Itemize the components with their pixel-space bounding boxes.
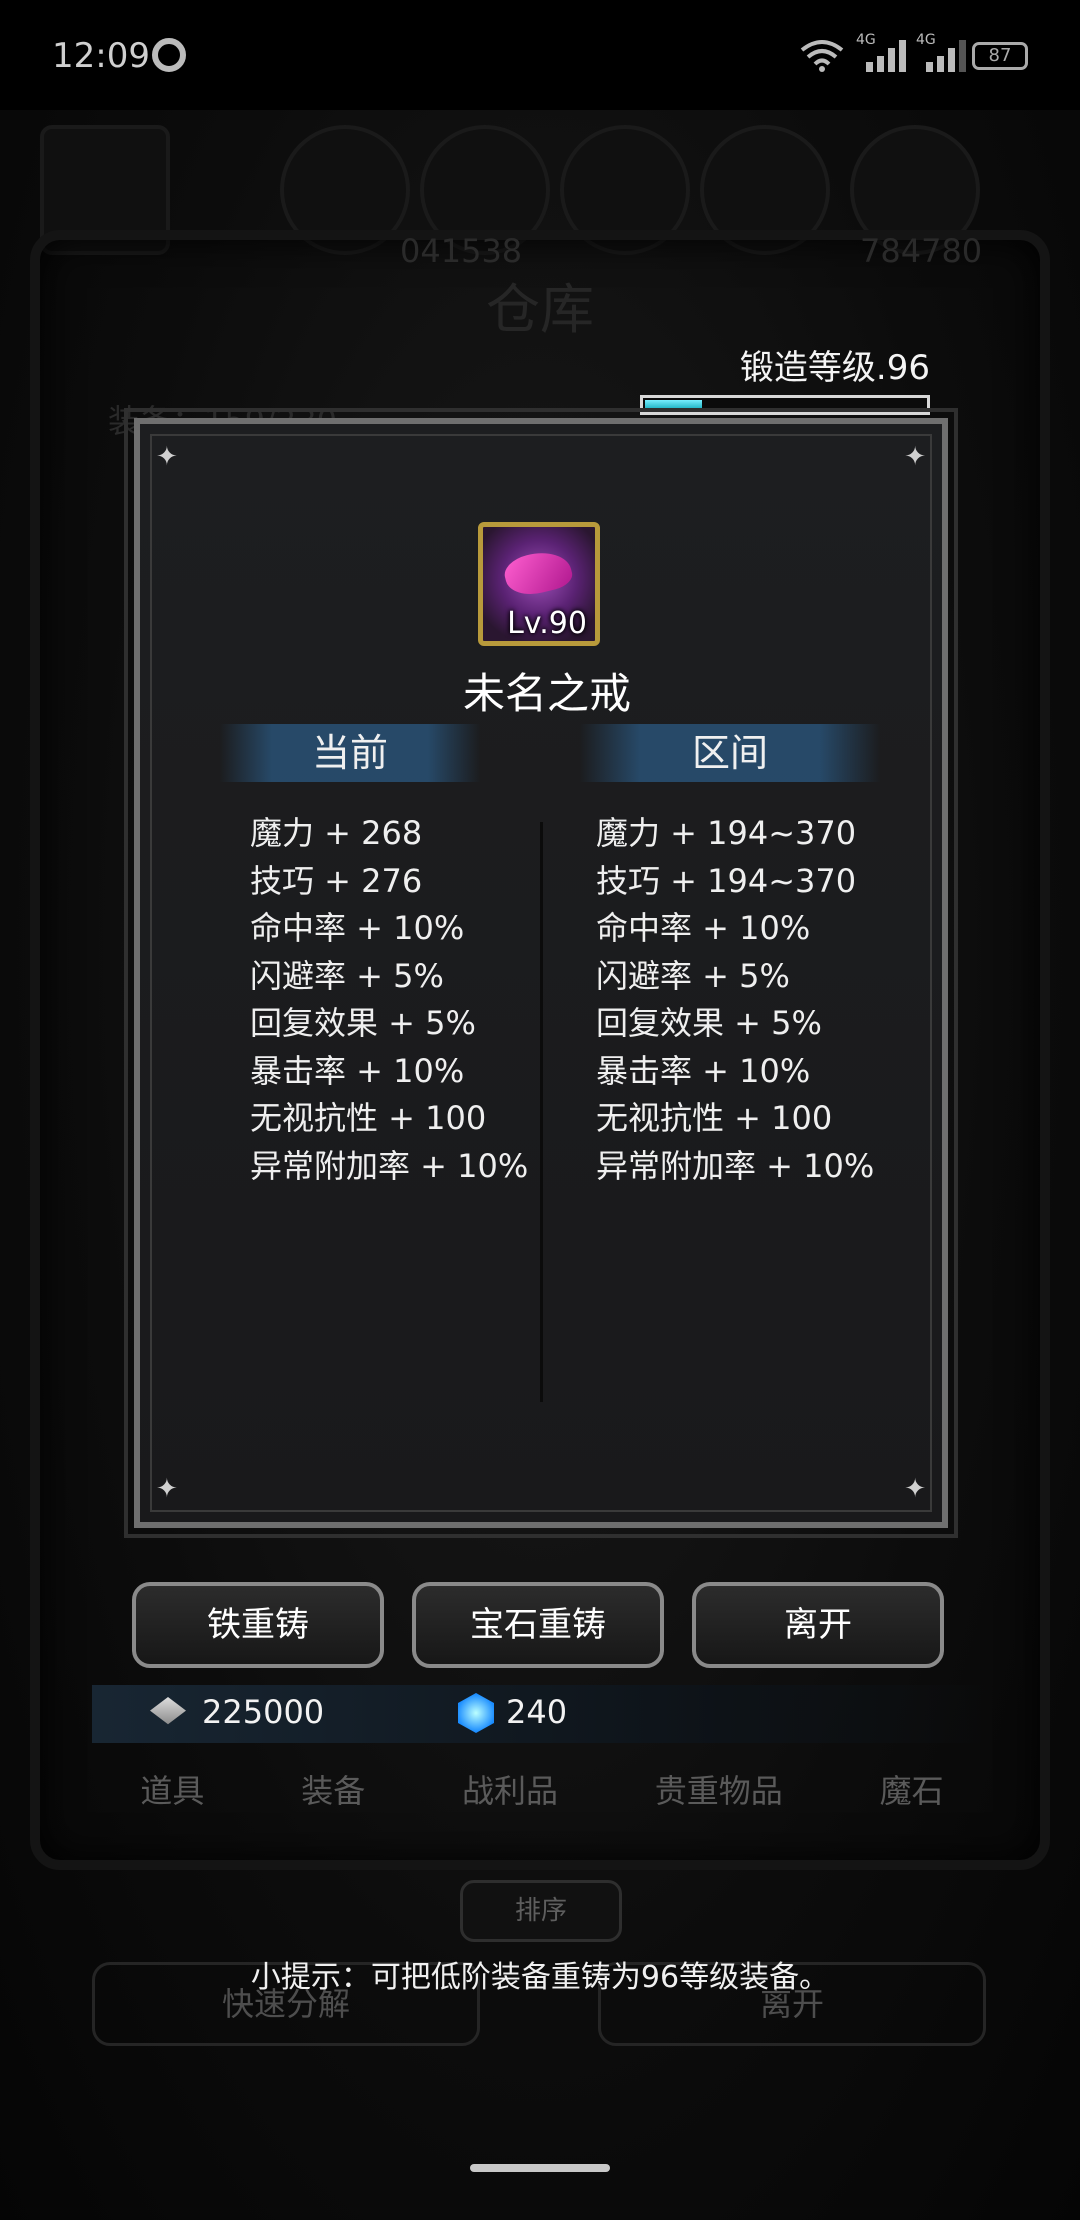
leave-button[interactable]: 离开 [692, 1582, 944, 1668]
stat-line: 魔力 + 268 [250, 814, 423, 852]
gem-amount: 240 [506, 1693, 568, 1731]
range-stats: 魔力 + 194~370 技巧 + 194~370 命中率 + 10% 闪避率 … [596, 810, 874, 1190]
notification-icon [152, 38, 186, 72]
tab-magic-stones[interactable]: 魔石 [880, 1766, 944, 1826]
sort-button[interactable]: 排序 [460, 1880, 622, 1942]
iron-currency-icon [150, 1697, 186, 1725]
stat-line: 无视抗性 + 100 [250, 1099, 487, 1137]
battery-icon: 87 [972, 42, 1028, 70]
background-number: 041538 [400, 232, 523, 270]
stat-line: 回复效果 + 5% [250, 1004, 476, 1042]
stat-line: 命中率 + 10% [596, 909, 811, 947]
tab-valuables[interactable]: 贵重物品 [655, 1766, 783, 1826]
stat-line: 暴击率 + 10% [596, 1051, 811, 1090]
tab-equipment[interactable]: 装备 [301, 1766, 365, 1826]
current-stats: 魔力 + 268 技巧 + 276 命中率 + 10% 闪避率 + 5% 回复效… [250, 810, 528, 1190]
signal-type-label: 4G [916, 32, 936, 48]
stat-line: 异常附加率 + 10% [250, 1146, 529, 1185]
range-header: 区间 [580, 724, 880, 782]
corner-ornament-icon: ✦ [156, 442, 178, 472]
reforge-dialog: ✦ ✦ ✦ ✦ Lv.90 未名之戒 当前 区间 魔力 + 268 技巧 + 2… [124, 408, 958, 1538]
clock: 12:09 [52, 36, 150, 76]
item-name: 未名之戒 [462, 669, 631, 718]
stat-line: 闪避率 + 5% [596, 956, 790, 995]
home-indicator[interactable] [470, 2164, 610, 2172]
stat-line: 异常附加率 + 10% [596, 1146, 875, 1185]
stat-line: 无视抗性 + 100 [596, 1099, 833, 1137]
iron-reforge-button[interactable]: 铁重铸 [132, 1582, 384, 1668]
wifi-icon [800, 40, 844, 72]
tab-loot[interactable]: 战利品 [462, 1766, 558, 1826]
status-bar: 12:09 4G 4G 87 [0, 0, 1080, 110]
item-level: Lv.90 [507, 606, 587, 641]
column-divider [540, 822, 543, 1402]
signal-icon: 4G [856, 32, 910, 72]
currency-bar: 225000 240 [92, 1685, 992, 1743]
stat-line: 回复效果 + 5% [596, 1004, 822, 1042]
forge-level: 锻造等级.96 [640, 340, 930, 415]
signal-icon: 4G [916, 32, 970, 72]
page-title: 仓库 [486, 278, 594, 341]
stat-line: 暴击率 + 10% [250, 1051, 465, 1090]
signal-type-label: 4G [856, 32, 876, 48]
stat-line: 命中率 + 10% [250, 909, 465, 947]
stat-line: 魔力 + 194~370 [596, 814, 857, 852]
corner-ornament-icon: ✦ [156, 1474, 178, 1504]
background-number: 784780 [860, 232, 983, 270]
gem-reforge-button[interactable]: 宝石重铸 [412, 1582, 664, 1668]
tip-text: 小提示：可把低阶装备重铸为96等级装备。 [250, 1960, 830, 1995]
stat-line: 技巧 + 194~370 [596, 861, 857, 900]
stat-line: 技巧 + 276 [250, 861, 423, 900]
current-header: 当前 [220, 724, 480, 782]
forge-progress-fill [645, 400, 702, 410]
forge-level-label: 锻造等级.96 [739, 348, 930, 388]
tab-items[interactable]: 道具 [140, 1766, 204, 1826]
corner-ornament-icon: ✦ [904, 442, 926, 472]
iron-amount: 225000 [202, 1693, 325, 1731]
stat-line: 闪避率 + 5% [250, 956, 444, 995]
gem-currency-icon [458, 1693, 494, 1733]
forge-progress-bar [640, 395, 930, 415]
category-tabs: 道具 装备 战利品 贵重物品 魔石 [92, 1766, 992, 1826]
corner-ornament-icon: ✦ [904, 1474, 926, 1504]
